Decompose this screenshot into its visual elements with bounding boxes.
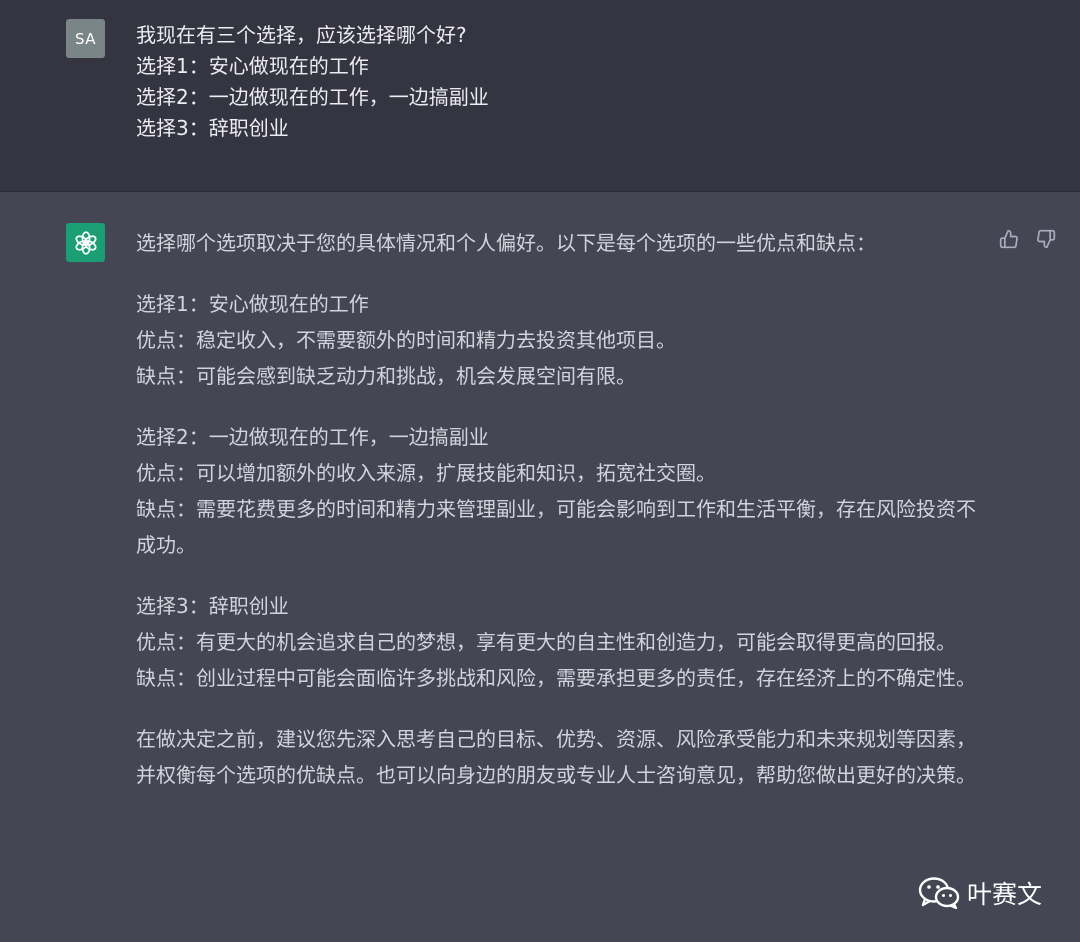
option-title: 选择3：辞职创业 [136, 594, 289, 618]
user-message: SA 我现在有三个选择，应该选择哪个好? 选择1：安心做现在的工作 选择2：一边… [0, 0, 1080, 192]
option-pros: 优点：稳定收入，不需要额外的时间和精力去投资其他项目。 [136, 328, 676, 352]
watermark: 叶赛文 [917, 868, 1042, 918]
option-pros: 优点：可以增加额外的收入来源，扩展技能和知识，拓宽社交圈。 [136, 461, 716, 485]
assistant-intro: 选择哪个选项取决于您的具体情况和个人偏好。以下是每个选项的一些优点和缺点： [136, 231, 876, 255]
watermark-text: 叶赛文 [967, 880, 1043, 909]
thumbs-down-icon[interactable] [1034, 227, 1058, 251]
user-message-text: 我现在有三个选择，应该选择哪个好? 选择1：安心做现在的工作 选择2：一边做现在… [136, 20, 996, 144]
option-cons: 缺点：可能会感到缺乏动力和挑战，机会发展空间有限。 [136, 364, 636, 388]
user-message-line: 我现在有三个选择，应该选择哪个好? [136, 23, 467, 47]
openai-logo-icon [66, 223, 105, 262]
assistant-conclusion: 在做决定之前，建议您先深入思考自己的目标、优势、资源、风险承受能力和未来规划等因… [136, 727, 976, 787]
assistant-message: 选择哪个选项取决于您的具体情况和个人偏好。以下是每个选项的一些优点和缺点： 选择… [0, 192, 1080, 942]
option-cons: 缺点：创业过程中可能会面临许多挑战和风险，需要承担更多的责任，存在经济上的不确定… [136, 666, 976, 690]
option-block: 选择2：一边做现在的工作，一边搞副业 优点：可以增加额外的收入来源，扩展技能和知… [136, 419, 976, 563]
wechat-icon [918, 877, 960, 910]
user-message-line: 选择2：一边做现在的工作，一边搞副业 [136, 85, 489, 109]
assistant-message-text: 选择哪个选项取决于您的具体情况和个人偏好。以下是每个选项的一些优点和缺点： 选择… [136, 225, 976, 818]
option-pros: 优点：有更大的机会追求自己的梦想，享有更大的自主性和创造力，可能会取得更高的回报… [136, 630, 956, 654]
option-block: 选择3：辞职创业 优点：有更大的机会追求自己的梦想，享有更大的自主性和创造力，可… [136, 588, 976, 696]
user-message-line: 选择1：安心做现在的工作 [136, 54, 369, 78]
option-title: 选择2：一边做现在的工作，一边搞副业 [136, 425, 489, 449]
option-block: 选择1：安心做现在的工作 优点：稳定收入，不需要额外的时间和精力去投资其他项目。… [136, 286, 976, 394]
thumbs-up-icon[interactable] [997, 227, 1021, 251]
user-message-line: 选择3：辞职创业 [136, 116, 289, 140]
user-avatar: SA [66, 19, 105, 58]
option-title: 选择1：安心做现在的工作 [136, 292, 369, 316]
option-cons: 缺点：需要花费更多的时间和精力来管理副业，可能会影响到工作和生活平衡，存在风险投… [136, 497, 976, 557]
